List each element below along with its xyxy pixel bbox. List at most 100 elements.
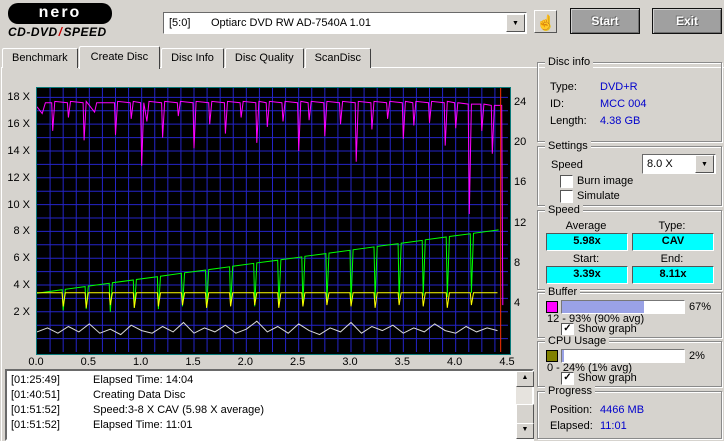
tab-scandisc[interactable]: ScanDisc — [304, 48, 372, 68]
position-label: Position: — [550, 404, 593, 416]
buffer-progress-fill — [562, 301, 644, 313]
chevron-down-icon[interactable]: ▼ — [695, 155, 714, 173]
log-line: [01:51:52] Elapsed Time: 11:01 — [11, 418, 532, 433]
log-message: Elapsed Time: 11:01 — [93, 419, 193, 431]
speed-type-value: CAV — [632, 233, 714, 251]
speed-title: Speed — [545, 204, 583, 216]
log-lines: [01:25:49] Elapsed Time: 14:04 [01:40:51]… — [7, 371, 532, 433]
axis-tick-label: 20 — [514, 136, 527, 149]
log-timestamp: [01:25:49] — [11, 374, 60, 386]
log-panel: [01:25:49] Elapsed Time: 14:04 [01:40:51]… — [5, 369, 534, 441]
speed-group: Speed Average Type: 5.98x CAV Start: End… — [537, 204, 722, 290]
x-axis-labels: 0.0 0.5 1.0 1.5 2.0 2.5 3.0 3.5 4.0 4.5 — [28, 356, 514, 368]
simulate-checkbox[interactable] — [560, 190, 573, 203]
axis-tick-label: 4.5 — [499, 356, 515, 368]
hand-tool-button[interactable]: ☝ — [534, 10, 557, 33]
drive-bus-label: [5:0] — [169, 17, 191, 29]
chevron-down-icon[interactable]: ▼ — [506, 14, 525, 32]
disc-info-group: Disc info Type: DVD+R ID: MCC 004 Length… — [537, 56, 722, 142]
tab-disc-quality[interactable]: Disc Quality — [224, 48, 304, 68]
elapsed-label: Elapsed: — [550, 420, 593, 432]
axis-tick-label: 2.0 — [237, 356, 253, 368]
nero-logo: nero CD-DVD/SPEED — [8, 3, 138, 39]
settings-title: Settings — [545, 140, 591, 152]
elapsed-value: 11:01 — [600, 420, 627, 432]
buffer-color-swatch — [546, 301, 558, 313]
tab-benchmark[interactable]: Benchmark — [2, 48, 78, 68]
cpu-percent: 2% — [689, 350, 705, 362]
axis-tick-label: 2.5 — [290, 356, 306, 368]
axis-tick-label: 1.5 — [185, 356, 201, 368]
axis-tick-label: 12 X — [7, 171, 30, 184]
axis-tick-label: 8 — [514, 256, 521, 269]
tab-create-disc[interactable]: Create Disc — [78, 46, 161, 69]
speed-type-label: Type: — [658, 220, 686, 232]
logo-subtitle-right: SPEED — [63, 25, 107, 39]
axis-tick-label: 3.5 — [394, 356, 410, 368]
tab-bar: Benchmark Create Disc Disc Info Disc Qua… — [2, 46, 372, 69]
speed-chart-plot — [36, 87, 511, 355]
average-label: Average — [565, 220, 607, 232]
progress-title: Progress — [545, 385, 596, 397]
axis-tick-label: 16 X — [7, 118, 30, 131]
axis-tick-label: 14 X — [7, 144, 30, 157]
burn-image-label: Burn image — [577, 175, 634, 187]
scrollbar-thumb[interactable] — [516, 404, 534, 424]
nero-cd-dvd-speed-window: nero CD-DVD/SPEED [5:0] Optiarc DVD RW A… — [0, 0, 724, 441]
average-speed-value: 5.98x — [546, 233, 628, 251]
axis-tick-label: 3.0 — [342, 356, 358, 368]
disc-id-label: ID: — [550, 98, 565, 110]
axis-tick-label: 18 X — [7, 91, 30, 104]
log-message: Speed:3-8 X CAV (5.98 X average) — [93, 404, 265, 416]
disc-type-value: DVD+R — [600, 81, 638, 93]
disc-id-value: MCC 004 — [600, 98, 647, 110]
left-axis-labels: 18 X 16 X 14 X 12 X 10 X 8 X 6 X 4 X 2 X — [4, 87, 33, 353]
speed-select[interactable]: 8.0 X ▼ — [642, 154, 716, 174]
axis-tick-label: 24 — [514, 96, 527, 109]
disc-type-label: Type: — [550, 81, 577, 93]
speed-chart-svg — [36, 88, 508, 352]
axis-tick-label: 8 X — [13, 225, 30, 238]
scrollbar-down-button[interactable]: ▼ — [516, 423, 534, 439]
end-speed-value: 8.11x — [632, 266, 714, 284]
buffer-group: Buffer 67% 12 - 93% (90% avg) ✓ Show gra… — [537, 286, 722, 338]
disc-length-label: Length: — [550, 115, 587, 127]
speed-label: Speed — [551, 159, 583, 171]
logo-subtitle-left: CD-DVD — [8, 25, 58, 39]
cpu-progress-bar — [561, 349, 685, 363]
scrollbar-up-button[interactable]: ▲ — [516, 371, 534, 387]
start-speed-label: Start: — [572, 253, 600, 265]
axis-tick-label: 4 — [514, 296, 521, 309]
series-requested-speed — [37, 292, 498, 308]
right-axis-labels: 24 20 16 12 8 4 — [512, 87, 534, 353]
cpu-color-swatch — [546, 350, 558, 362]
log-scrollbar[interactable]: ▲ ▼ — [516, 371, 534, 439]
exit-button[interactable]: Exit — [652, 8, 722, 34]
log-message: Elapsed Time: 14:04 — [93, 374, 194, 386]
axis-tick-label: 4.0 — [447, 356, 463, 368]
buffer-show-graph-label: Show graph — [578, 323, 637, 335]
series-cpu-usage — [36, 320, 498, 336]
nero-logo-wordmark: nero — [8, 3, 112, 24]
progress-group: Progress Position: 4466 MB Elapsed: 11:0… — [537, 385, 722, 439]
log-message: Creating Data Disc — [93, 389, 186, 401]
axis-tick-label: 0.0 — [28, 356, 44, 368]
tab-disc-info[interactable]: Disc Info — [161, 48, 224, 68]
disc-length-value: 4.38 GB — [600, 115, 641, 127]
position-value: 4466 MB — [600, 404, 645, 416]
axis-tick-label: 0.5 — [80, 356, 96, 368]
hand-icon: ☝ — [536, 13, 555, 30]
burn-image-checkbox[interactable] — [560, 175, 573, 188]
cpu-usage-title: CPU Usage — [545, 335, 610, 347]
axis-tick-label: 2 X — [13, 305, 30, 318]
axis-tick-label: 16 — [514, 176, 527, 189]
axis-tick-label: 1.0 — [133, 356, 149, 368]
drive-select[interactable]: [5:0] Optiarc DVD RW AD-7540A 1.01 ▼ — [163, 12, 527, 34]
cpu-show-graph-checkbox[interactable]: ✓ — [561, 372, 574, 385]
log-line: [01:51:52] Speed:3-8 X CAV (5.98 X averag… — [11, 403, 532, 418]
cpu-progress-fill — [562, 350, 565, 362]
disc-info-title: Disc info — [545, 56, 594, 68]
start-button[interactable]: Start — [570, 8, 640, 34]
speed-select-value: 8.0 X — [647, 158, 673, 170]
drive-name-label: Optiarc DVD RW AD-7540A 1.01 — [211, 17, 371, 29]
